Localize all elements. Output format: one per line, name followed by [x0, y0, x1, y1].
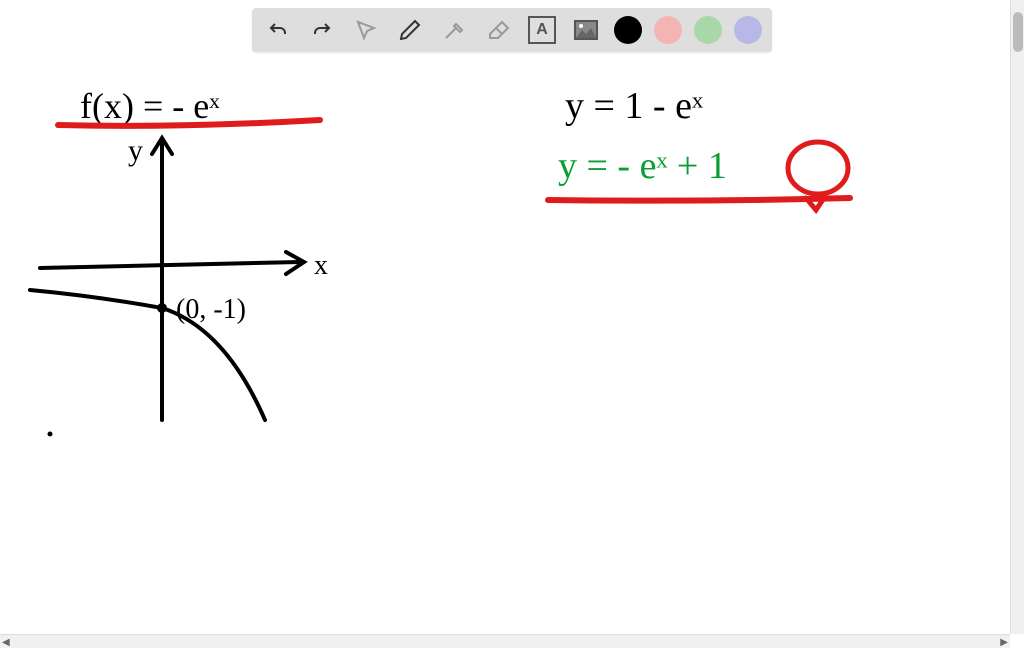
color-green[interactable] — [694, 16, 722, 44]
color-pink[interactable] — [654, 16, 682, 44]
equation-fx: f(x) = - eˣ — [80, 86, 220, 126]
text-icon: A — [528, 16, 556, 44]
x-axis — [40, 262, 300, 268]
pointer-tool[interactable] — [350, 14, 382, 46]
eraser-icon — [486, 18, 510, 42]
drawing-layer: f(x) = - eˣ y x (0, -1) y = 1 - eˣ y = -… — [0, 0, 1010, 634]
eraser-tool[interactable] — [482, 14, 514, 46]
x-axis-label: x — [314, 250, 328, 281]
redo-button[interactable] — [306, 14, 338, 46]
redo-icon — [310, 18, 334, 42]
horizontal-scrollbar[interactable]: ◀ ▶ — [0, 634, 1010, 648]
pointer-icon — [354, 18, 378, 42]
pencil-icon — [398, 18, 422, 42]
undo-button[interactable] — [262, 14, 294, 46]
text-tool[interactable]: A — [526, 14, 558, 46]
color-purple[interactable] — [734, 16, 762, 44]
vertical-scrollbar[interactable] — [1010, 0, 1024, 634]
red-circle-plus-one — [788, 142, 848, 194]
undo-icon — [266, 18, 290, 42]
equation-y2: y = - eˣ + 1 — [558, 145, 727, 187]
drawing-toolbar: A — [252, 8, 772, 52]
scroll-left-icon[interactable]: ◀ — [2, 637, 10, 648]
scroll-right-icon[interactable]: ▶ — [1000, 637, 1008, 648]
tools-icon — [442, 18, 466, 42]
vertical-scrollbar-thumb[interactable] — [1013, 12, 1023, 52]
stray-dot — [48, 432, 53, 437]
color-black[interactable] — [614, 16, 642, 44]
point-marker — [157, 303, 167, 313]
point-label: (0, -1) — [176, 294, 246, 325]
whiteboard-canvas[interactable]: f(x) = - eˣ y x (0, -1) y = 1 - eˣ y = -… — [0, 0, 1024, 648]
image-icon — [574, 20, 598, 40]
image-tool[interactable] — [570, 14, 602, 46]
equation-y1: y = 1 - eˣ — [565, 85, 703, 127]
tools-button[interactable] — [438, 14, 470, 46]
y-axis-label: y — [128, 134, 143, 167]
pencil-tool[interactable] — [394, 14, 426, 46]
